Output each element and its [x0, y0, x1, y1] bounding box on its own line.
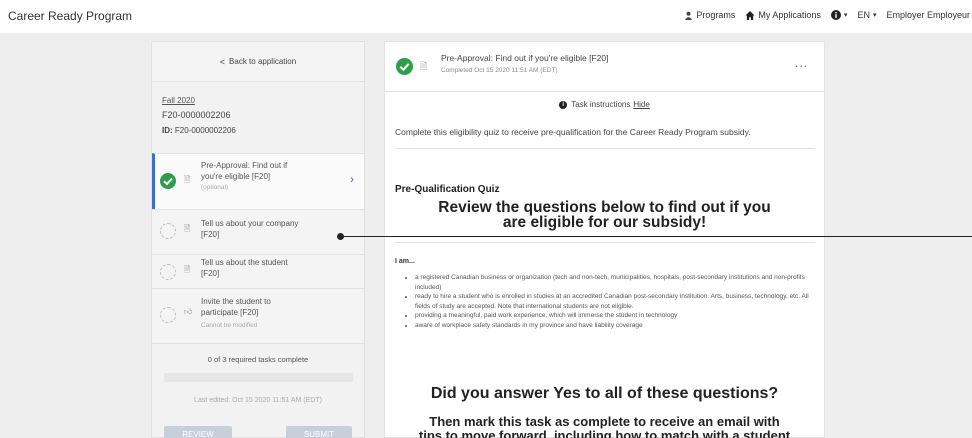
eligibility-question: Did you answer Yes to all of these quest… — [430, 385, 779, 402]
task-student[interactable]: 🗎 Tell us about the student [F20] — [152, 254, 364, 288]
info-icon: i — [559, 100, 568, 109]
id-value: F20-0000002206 — [174, 126, 236, 135]
application-term[interactable]: Fall 2020 — [162, 93, 236, 108]
task-label-line1: Pre-Approval: Find out if — [201, 161, 288, 170]
back-to-application-link[interactable]: < Back to application — [152, 42, 364, 82]
check-circle-icon — [160, 173, 176, 189]
task-intro-text: Complete this eligibility quiz to receiv… — [395, 127, 751, 137]
task-content-panel: 🗎 Pre-Approval: Find out if you're eligi… — [384, 41, 825, 438]
top-nav: Programs My Applications ▾ EN ▾ Employer… — [674, 10, 970, 20]
chevron-down-icon: ▾ — [843, 12, 848, 19]
annotation-dot — [337, 233, 344, 240]
pending-circle-icon — [160, 307, 176, 323]
home-icon — [745, 10, 755, 20]
instructions-label: Task instructions — [571, 100, 631, 109]
followup-line1: Then mark this task as complete to recei… — [429, 414, 780, 429]
nav-programs[interactable]: Programs — [684, 10, 735, 20]
task-pre-approval[interactable]: 🗎 Pre-Approval: Find out if you're eligi… — [152, 153, 364, 209]
nav-user-label: Employer Employeur — [886, 10, 970, 20]
hide-instructions-link[interactable]: Hide — [633, 100, 649, 109]
task-label: Pre-Approval: Find out if you're eligibl… — [201, 160, 341, 182]
quiz-headline-line1: Review the questions below to find out i… — [438, 199, 771, 216]
nav-my-applications[interactable]: My Applications — [745, 10, 821, 20]
programs-icon — [685, 11, 693, 20]
thumbs-up-icon: 👍︎ — [184, 307, 193, 316]
more-options-button[interactable]: ... — [795, 56, 808, 70]
followup-line2: tips to move forward, including how to m… — [418, 428, 791, 438]
task-sub: (optional) — [201, 184, 229, 191]
last-edited: Last edited: Oct 15 2020 11:51 AM (EDT) — [194, 397, 322, 404]
i-am-heading: I am... — [395, 258, 415, 265]
task-label-line1: Tell us about your company — [201, 219, 299, 228]
requirements-list: a registered Canadian business or organi… — [407, 273, 812, 330]
nav-programs-label: Programs — [696, 10, 736, 20]
top-bar: Career Ready Program Programs My Applica… — [0, 0, 972, 33]
chevron-down-icon: ▾ — [872, 12, 877, 19]
requirement-item: a registered Canadian business or organi… — [415, 273, 812, 292]
application-meta: Fall 2020 F20-0000002206 ID: F20-0000002… — [162, 93, 236, 138]
back-link-label: Back to application — [229, 57, 297, 66]
task-sidebar: < Back to application Fall 2020 F20-0000… — [151, 41, 365, 438]
quiz-title: Pre-Qualification Quiz — [395, 184, 500, 195]
document-icon: 🗎 — [184, 175, 191, 184]
task-title: Pre-Approval: Find out if you're eligibl… — [441, 53, 609, 63]
document-icon: 🗎 — [420, 61, 428, 71]
progress-text: 0 of 3 required tasks complete — [207, 355, 309, 364]
task-label-line2: [F20] — [201, 230, 220, 239]
document-icon: 🗎 — [184, 265, 191, 274]
task-label: Invite the student to participate [F20] — [201, 296, 341, 318]
nav-language-label: EN — [857, 10, 870, 20]
task-label-line2: you're eligible [F20] — [201, 172, 271, 181]
task-sub: Cannot be modified — [201, 322, 258, 329]
id-label: ID: — [162, 126, 173, 135]
quiz-headline: Review the questions below to find out i… — [385, 199, 824, 231]
check-circle-icon — [396, 58, 413, 75]
submit-button[interactable]: SUBMIT — [286, 426, 352, 438]
nav-info-menu[interactable]: ▾ — [830, 10, 848, 20]
task-label-line2: [F20] — [201, 269, 220, 278]
divider — [395, 148, 815, 149]
nav-my-applications-label: My Applications — [758, 10, 821, 20]
task-header: 🗎 Pre-Approval: Find out if you're eligi… — [385, 42, 824, 92]
document-icon: 🗎 — [184, 224, 191, 233]
task-label-line1: Invite the student to — [201, 297, 271, 306]
task-label-line1: Tell us about the student — [201, 258, 288, 267]
requirement-item: ready to hire a student who is enrolled … — [415, 292, 812, 311]
task-invite-student[interactable]: 👍︎ Invite the student to participate [F2… — [152, 288, 364, 344]
chevron-right-icon: › — [350, 172, 354, 186]
progress-bar — [164, 373, 353, 382]
quiz-headline-line2: are eligible for our subsidy! — [502, 214, 707, 231]
info-icon — [830, 10, 841, 20]
nav-language[interactable]: EN ▾ — [857, 10, 876, 20]
task-completed-date: Completed Oct 15 2020 11:51 AM (EDT) — [441, 67, 558, 74]
task-label: Tell us about your company [F20] — [201, 218, 341, 240]
application-number: F20-0000002206 — [162, 110, 231, 120]
application-id: ID: F20-0000002206 — [162, 123, 236, 138]
task-company[interactable]: 🗎 Tell us about your company [F20] — [152, 209, 364, 254]
requirement-item: aware of workplace safety standards in m… — [415, 321, 812, 331]
requirement-item: providing a meaningful, paid work experi… — [415, 311, 812, 321]
nav-user[interactable]: Employer Employeur — [886, 10, 970, 20]
review-button[interactable]: REVIEW — [164, 426, 232, 438]
chevron-left-icon: < — [219, 56, 226, 67]
pending-circle-icon — [160, 264, 176, 280]
task-label: Tell us about the student [F20] — [201, 257, 341, 279]
task-instructions-toggle: i Task instructions Hide — [385, 100, 824, 109]
divider — [395, 242, 815, 243]
app-title[interactable]: Career Ready Program — [8, 9, 132, 23]
followup-text: Then mark this task as complete to recei… — [385, 415, 824, 438]
task-label-line2: participate [F20] — [201, 308, 259, 317]
pending-circle-icon — [160, 223, 176, 239]
annotation-line — [340, 236, 972, 237]
